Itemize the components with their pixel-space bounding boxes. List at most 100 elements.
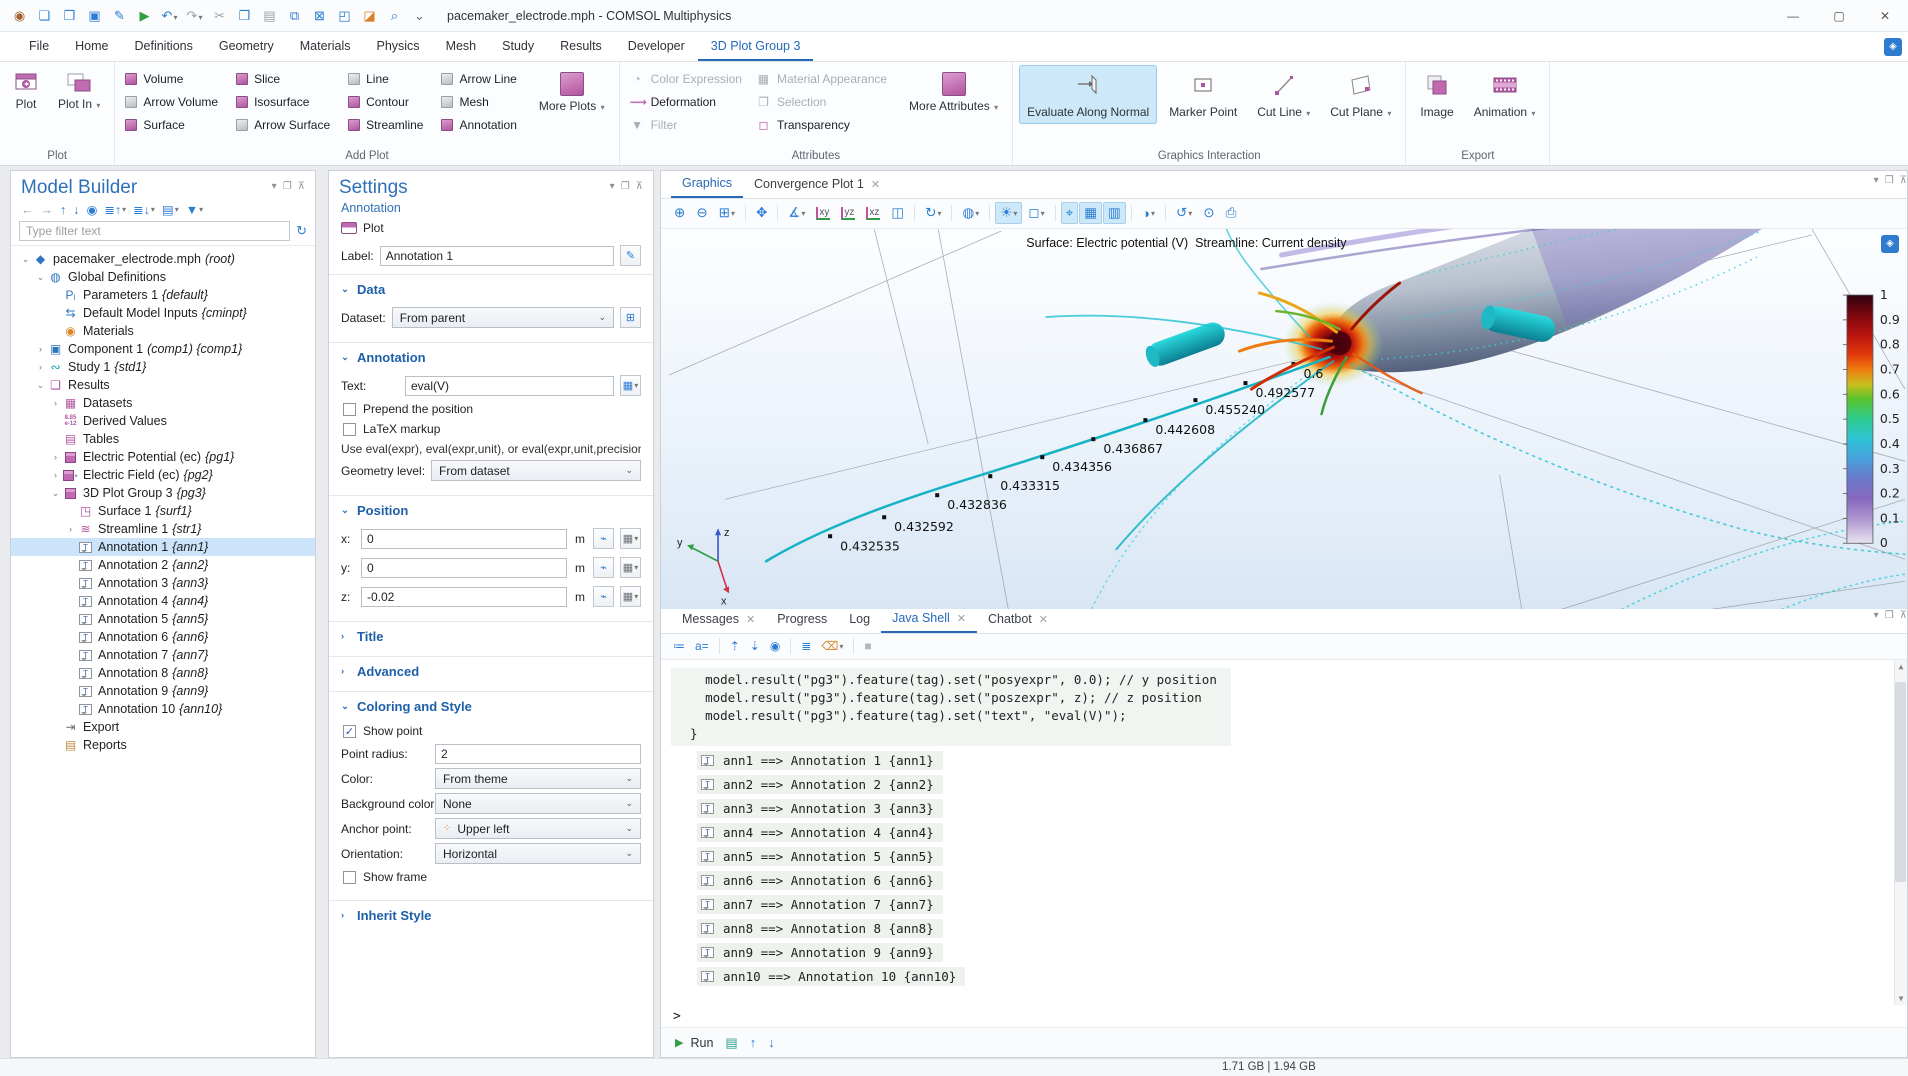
ribbon-tab-definitions[interactable]: Definitions [122, 32, 206, 61]
add-plot-streamline-button[interactable]: Streamline [344, 117, 427, 133]
graphics-tab-convergence-plot-1[interactable]: Convergence Plot 1✕ [743, 171, 891, 198]
run-history-icon[interactable]: ≔ [669, 638, 689, 654]
panel-header-icons[interactable]: ▾❐⊼ [1874, 606, 1907, 633]
minimize-button[interactable]: — [1770, 0, 1816, 32]
ribbon-tab-home[interactable]: Home [62, 32, 121, 61]
edit-dataset-icon[interactable]: ⊞ [620, 307, 641, 328]
run-icon[interactable]: ▶ [133, 8, 156, 24]
console-tab-chatbot[interactable]: Chatbot✕ [977, 606, 1059, 633]
show-orientation-icon[interactable]: ⌖ [1061, 202, 1079, 224]
add-plot-isosurface-button[interactable]: Isosurface [232, 94, 334, 110]
tree-item-electric-potential-ec-[interactable]: ›Electric Potential (ec){pg1} [11, 448, 315, 466]
print-icon[interactable]: ⎙ [1221, 202, 1242, 224]
stop-icon[interactable]: ■ [860, 638, 875, 654]
more-attributes-button[interactable]: More Attributes ▾ [901, 65, 1006, 118]
expand-chevron-icon[interactable]: › [49, 398, 62, 408]
tree-item-datasets[interactable]: ›▦Datasets [11, 394, 315, 412]
close-tab-icon[interactable]: ✕ [871, 178, 880, 191]
maximize-button[interactable]: ▢ [1816, 0, 1862, 32]
annotation-text-input[interactable] [405, 376, 614, 396]
console-tab-progress[interactable]: Progress [766, 606, 838, 633]
orientation-dropdown[interactable]: Horizontal⌄ [435, 843, 641, 864]
expand-chevron-icon[interactable]: ⌄ [34, 380, 47, 391]
evaluate-along-normal-button[interactable]: Evaluate Along Normal [1019, 65, 1157, 124]
anchor-point-dropdown[interactable]: ⁘Upper left⌄ [435, 818, 641, 839]
show-variables-icon[interactable]: a= [691, 638, 713, 654]
undo-icon[interactable]: ↶▾ [158, 8, 181, 24]
settings-plot-button[interactable]: Plot [363, 221, 384, 235]
panel-menu-icon[interactable]: ▾ [1874, 610, 1879, 633]
tree-item-pacemaker-electrode-mph[interactable]: ⌄◆pacemaker_electrode.mph(root) [11, 250, 315, 268]
zoom-box-icon[interactable]: ⊞▾ [714, 202, 740, 224]
tree-item-reports[interactable]: ▤Reports [11, 736, 315, 754]
close-button[interactable]: ✕ [1862, 0, 1908, 32]
snapshot-icon[interactable]: ⊙ [1198, 202, 1219, 224]
plot-in-button[interactable]: Plot In ▾ [50, 65, 108, 116]
ribbon-tab-geometry[interactable]: Geometry [206, 32, 287, 61]
close-tab-icon[interactable]: ✕ [1039, 613, 1048, 626]
view-xz-icon[interactable]: xz [861, 204, 885, 223]
delete-icon[interactable]: ⊠ [308, 8, 331, 24]
add-plot-slice-button[interactable]: Slice [232, 71, 334, 87]
pin-panel-icon[interactable]: ⊼ [636, 181, 643, 192]
show-legend-icon[interactable]: ▥ [1103, 202, 1126, 224]
coloring-section-header[interactable]: ⌄Coloring and Style [329, 697, 653, 716]
ribbon-tab-study[interactable]: Study [489, 32, 547, 61]
ribbon-tab-materials[interactable]: Materials [287, 32, 364, 61]
pin-panel-icon[interactable]: ⊼ [1900, 175, 1907, 198]
java-shell-output[interactable]: model.result("pg3").feature(tag).set("po… [661, 660, 1907, 1006]
expand-chevron-icon[interactable]: › [64, 524, 77, 534]
float-panel-icon[interactable]: ❐ [283, 181, 292, 192]
float-panel-icon[interactable]: ❐ [621, 181, 630, 192]
data-section-header[interactable]: ⌄Data [329, 280, 653, 299]
open-icon[interactable]: ❒ [58, 8, 81, 24]
add-plot-arrow-line-button[interactable]: Arrow Line [437, 71, 520, 87]
float-panel-icon[interactable]: ❐ [1885, 610, 1894, 633]
expand-chevron-icon[interactable]: › [49, 470, 62, 480]
graphics-tab-graphics[interactable]: Graphics [671, 171, 743, 198]
add-plot-surface-button[interactable]: Surface [121, 117, 222, 133]
cut-plane-button[interactable]: Cut Plane ▾ [1322, 65, 1399, 124]
tree-item-materials[interactable]: ◉Materials [11, 322, 315, 340]
projection-icon[interactable]: ◫ [886, 202, 909, 224]
close-tab-icon[interactable]: ✕ [746, 613, 755, 626]
panel-header-icons[interactable]: ▾❐⊼ [1874, 171, 1907, 198]
show-icon[interactable]: ◉ [85, 202, 100, 217]
tree-item-annotation-6[interactable]: TAnnotation 6{ann6} [11, 628, 315, 646]
scene-light-icon[interactable]: ☀▾ [995, 202, 1022, 224]
shell-prompt[interactable]: > [661, 1005, 1907, 1027]
position-z-input[interactable] [361, 587, 567, 607]
tree-item-annotation-3[interactable]: TAnnotation 3{ann3} [11, 574, 315, 592]
show-point-checkbox[interactable] [343, 725, 356, 738]
expand-chevron-icon[interactable]: › [49, 452, 62, 462]
tree-item-electric-field-ec-[interactable]: ›٭Electric Field (ec){pg2} [11, 466, 315, 484]
add-plot-mesh-button[interactable]: Mesh [437, 94, 520, 110]
export-animation-button[interactable]: Animation ▾ [1466, 65, 1544, 124]
show-frame-checkbox[interactable] [343, 871, 356, 884]
forward-icon[interactable]: → [39, 203, 56, 217]
add-plot-line-button[interactable]: Line [344, 71, 427, 87]
tree-item-annotation-8[interactable]: TAnnotation 8{ann8} [11, 664, 315, 682]
panel-menu-icon[interactable]: ▾ [1874, 175, 1879, 198]
expand-output-icon[interactable]: ⇡ [726, 638, 744, 654]
save-as-icon[interactable]: ✎ [108, 8, 131, 24]
expand-all-icon[interactable]: ≣↓▾ [131, 202, 157, 217]
title-section-header[interactable]: ›Title [329, 627, 653, 646]
tree-item-annotation-9[interactable]: TAnnotation 9{ann9} [11, 682, 315, 700]
scroll-up-icon[interactable]: ▲ [1899, 662, 1904, 671]
new-file-icon[interactable]: ❏ [33, 8, 56, 24]
move-up-icon[interactable]: ↑ [58, 203, 68, 217]
tree-item-global-definitions[interactable]: ⌄◍Global Definitions [11, 268, 315, 286]
more-plots-button[interactable]: More Plots ▾ [531, 65, 613, 118]
rename-icon[interactable]: ✎ [620, 245, 641, 266]
add-plot-arrow-volume-button[interactable]: Arrow Volume [121, 94, 222, 110]
ribbon-tab-results[interactable]: Results [547, 32, 615, 61]
tree-item-streamline-1[interactable]: ›≋Streamline 1{str1} [11, 520, 315, 538]
panel-header-icons[interactable]: ▾❐⊼ [272, 177, 305, 192]
next-command-icon[interactable]: ↓ [768, 1035, 775, 1051]
color-dropdown[interactable]: From theme⌄ [435, 768, 641, 789]
tree-item-results[interactable]: ⌄❑Results [11, 376, 315, 394]
prepend-position-checkbox[interactable] [343, 403, 356, 416]
tree-item-3d-plot-group-3[interactable]: ⌄3D Plot Group 3{pg3} [11, 484, 315, 502]
select-box-icon[interactable]: ◰ [333, 8, 356, 24]
